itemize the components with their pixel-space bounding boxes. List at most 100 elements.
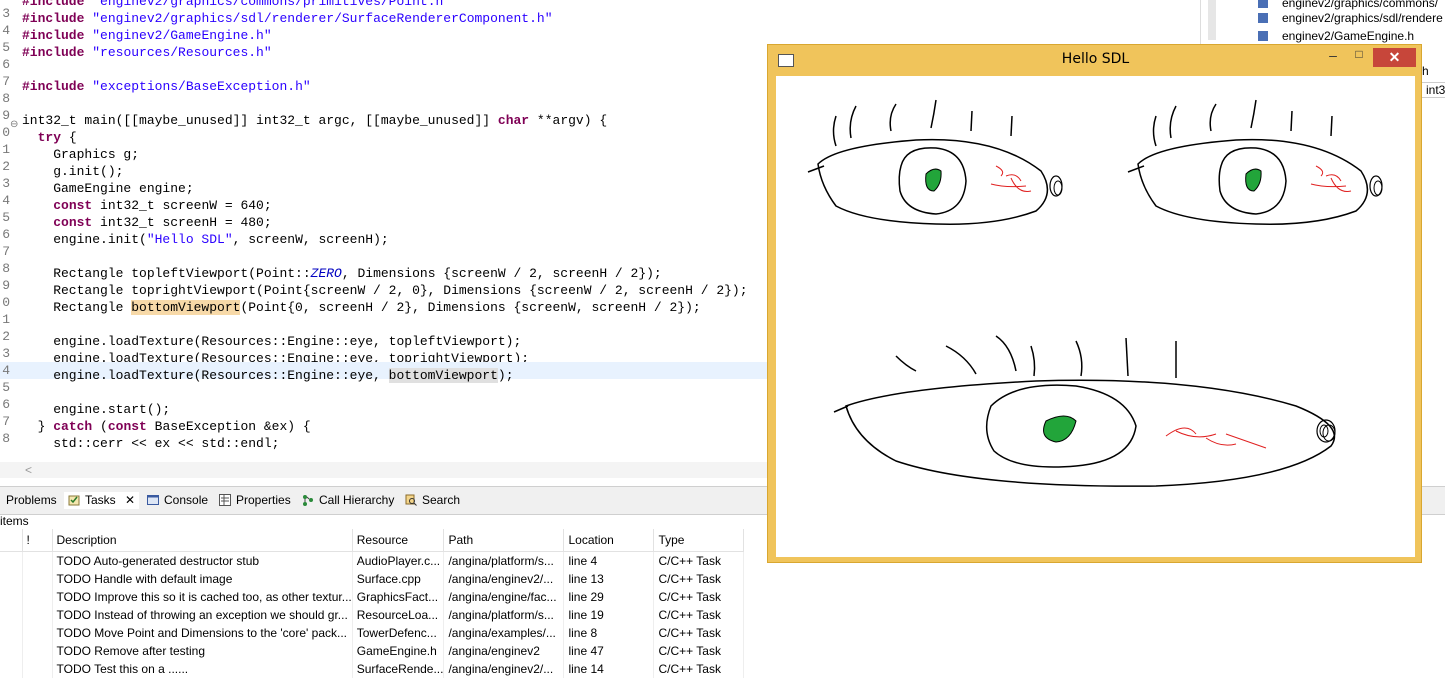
type-cell: C/C++ Task: [653, 660, 745, 678]
line-number: 2: [2, 329, 10, 344]
line-number: 1: [2, 312, 10, 327]
line-number: 4: [2, 23, 10, 38]
tasks-table: ! Description Resource Path Location Typ…: [0, 529, 745, 678]
location-cell: line 47: [563, 642, 655, 660]
column-header-icon[interactable]: [0, 529, 23, 552]
tab-tasks[interactable]: Tasks ✕: [64, 492, 140, 509]
line-number: 8: [2, 431, 10, 446]
location-cell: line 4: [563, 551, 655, 570]
description-cell: TODO Instead of throwing an exception we…: [52, 606, 353, 624]
tab-call-hierarchy[interactable]: Call Hierarchy: [302, 492, 394, 509]
resource-cell: GraphicsFact...: [352, 588, 445, 606]
path-cell: /angina/platform/s...: [443, 606, 565, 624]
line-number: 8: [2, 261, 10, 276]
table-row[interactable]: TODO Auto-generated destructor stub Audio…: [0, 551, 745, 570]
description-cell: TODO Improve this so it is cached too, a…: [52, 588, 353, 606]
type-cell: C/C++ Task: [653, 642, 745, 660]
line-number: 1: [2, 142, 10, 157]
description-cell: TODO Move Point and Dimensions to the 'c…: [52, 624, 353, 642]
code-line[interactable]: 3 #include "enginev2/graphics/sdl/rendere…: [0, 5, 1200, 26]
close-icon[interactable]: ✕: [125, 493, 135, 507]
location-cell: line 14: [563, 660, 655, 678]
line-number: 3: [2, 176, 10, 191]
minimize-button[interactable]: –: [1322, 47, 1344, 63]
tab-problems[interactable]: Problems: [6, 492, 57, 509]
sdl-canvas: [776, 76, 1415, 557]
include-icon: [1258, 13, 1268, 23]
table-row[interactable]: TODO Handle with default image Surface.cp…: [0, 570, 745, 588]
row-icon-cell: [0, 660, 23, 678]
line-number: 6: [2, 57, 10, 72]
resource-cell: AudioPlayer.c...: [352, 551, 445, 570]
tab-properties[interactable]: Properties: [219, 492, 291, 509]
row-icon-cell: [0, 624, 23, 642]
outline-scrollbar[interactable]: [1208, 0, 1216, 40]
outline-item[interactable]: enginev2/graphics/sdl/rendere: [1258, 10, 1443, 27]
type-cell: C/C++ Task: [653, 624, 745, 642]
row-icon-cell: [0, 606, 23, 624]
type-cell: C/C++ Task: [653, 551, 745, 570]
eye-drawings: [807, 99, 1383, 487]
row-priority-cell: [22, 624, 53, 642]
type-cell: C/C++ Task: [653, 606, 745, 624]
line-number: 4: [2, 363, 10, 378]
table-row[interactable]: TODO Remove after testing GameEngine.h/an…: [0, 642, 745, 660]
row-priority-cell: [22, 551, 53, 570]
column-header-path[interactable]: Path: [443, 529, 565, 552]
column-header-type[interactable]: Type: [653, 529, 745, 552]
include-icon: [1258, 0, 1268, 8]
code-line[interactable]: 4 #include "enginev2/GameEngine.h": [0, 22, 1200, 43]
outline-item-fragment: h: [1422, 64, 1429, 78]
row-icon-cell: [0, 570, 23, 588]
resource-cell: Surface.cpp: [352, 570, 445, 588]
resource-cell: ResourceLoa...: [352, 606, 445, 624]
tab-search[interactable]: Search: [405, 492, 460, 509]
items-count-label: items: [0, 514, 29, 528]
code-text: std::cerr << ex << std::endl;: [22, 436, 280, 451]
sdl-window[interactable]: Hello SDL – □ ✕: [767, 44, 1422, 563]
path-cell: /angina/enginev2/...: [443, 570, 565, 588]
table-row[interactable]: TODO Instead of throwing an exception we…: [0, 606, 745, 624]
editor-horizontal-scrollbar[interactable]: <: [0, 462, 770, 478]
path-cell: /angina/enginev2: [443, 642, 565, 660]
description-cell: TODO Handle with default image: [52, 570, 353, 588]
column-header-location[interactable]: Location: [563, 529, 655, 552]
location-cell: line 8: [563, 624, 655, 642]
location-cell: line 19: [563, 606, 655, 624]
eye-top-left: [807, 99, 1063, 225]
scroll-left-icon[interactable]: <: [25, 462, 32, 478]
line-number: 8: [2, 91, 10, 106]
maximize-button[interactable]: □: [1348, 47, 1370, 63]
call-hierarchy-icon: [302, 494, 314, 506]
resource-cell: TowerDefenc...: [352, 624, 445, 642]
description-cell: TODO Remove after testing: [52, 642, 353, 660]
tab-console[interactable]: Console: [147, 492, 208, 509]
type-cell: C/C++ Task: [653, 588, 745, 606]
path-cell: /angina/engine/fac...: [443, 588, 565, 606]
row-priority-cell: [22, 606, 53, 624]
line-number: 4: [2, 193, 10, 208]
table-row[interactable]: TODO Move Point and Dimensions to the 'c…: [0, 624, 745, 642]
row-icon-cell: [0, 642, 23, 660]
line-number: 6: [2, 227, 10, 242]
line-number: 2: [2, 159, 10, 174]
column-header-resource[interactable]: Resource: [352, 529, 445, 552]
outline-item[interactable]: enginev2/GameEngine.h: [1258, 28, 1414, 45]
close-button[interactable]: ✕: [1373, 48, 1416, 67]
path-cell: /angina/examples/...: [443, 624, 565, 642]
properties-icon: [219, 494, 231, 506]
fold-toggle-icon[interactable]: ⊖: [10, 119, 18, 130]
table-row[interactable]: TODO Improve this so it is cached too, a…: [0, 588, 745, 606]
column-header-description[interactable]: Description: [52, 529, 353, 552]
row-priority-cell: [22, 660, 53, 678]
line-number: 7: [2, 74, 10, 89]
tasks-icon: [68, 494, 80, 506]
column-header-priority[interactable]: !: [22, 529, 53, 552]
line-number: 7: [2, 414, 10, 429]
line-number: 7: [2, 244, 10, 259]
location-cell: line 13: [563, 570, 655, 588]
row-priority-cell: [22, 570, 53, 588]
resource-cell: GameEngine.h: [352, 642, 445, 660]
path-cell: /angina/enginev2/...: [443, 660, 565, 678]
table-row[interactable]: TODO Test this on a ...... SurfaceRende..…: [0, 660, 745, 678]
